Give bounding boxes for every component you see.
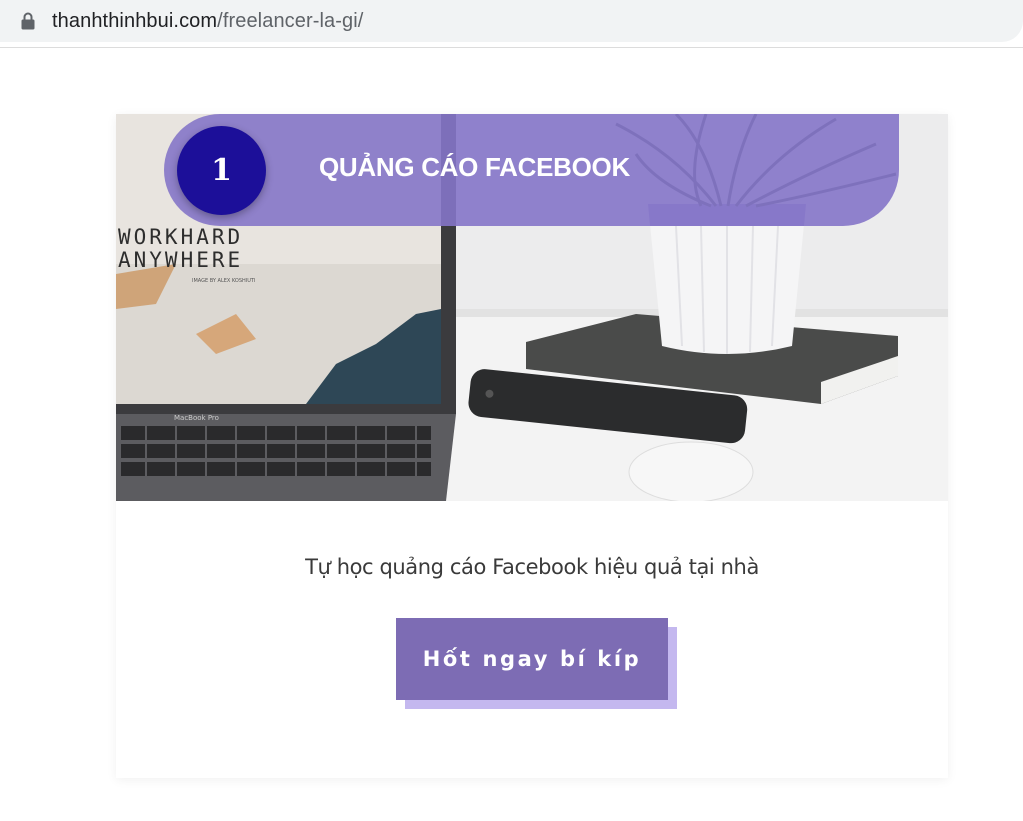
card-title: QUẢNG CÁO FACEBOOK [319, 152, 630, 182]
laptop-brand-label: MacBook Pro [174, 414, 219, 422]
lock-icon[interactable] [20, 12, 36, 30]
get-tips-button[interactable]: Hốt ngay bí kíp [396, 618, 668, 700]
url-text[interactable]: thanhthinhbui.com/freelancer-la-gi/ [52, 10, 363, 33]
address-bar[interactable]: thanhthinhbui.com/freelancer-la-gi/ [0, 0, 1023, 42]
card-subtitle: Tự học quảng cáo Facebook hiệu quả tại n… [305, 555, 759, 579]
image-text-anywhere: ANYWHERE [118, 248, 243, 272]
promo-card: WORKHARD ANYWHERE IMAGE BY ALEX KOSHIUTI… [116, 114, 948, 778]
hero-image: WORKHARD ANYWHERE IMAGE BY ALEX KOSHIUTI… [116, 114, 948, 501]
step-number-badge: 1 [177, 126, 266, 215]
image-small-text: IMAGE BY ALEX KOSHIUTI [192, 278, 255, 284]
url-host: thanhthinhbui.com [52, 9, 218, 32]
browser-toolbar: thanhthinhbui.com/freelancer-la-gi/ [0, 0, 1023, 48]
image-text-workhard: WORKHARD [118, 225, 243, 249]
url-path: /freelancer-la-gi/ [217, 9, 364, 32]
